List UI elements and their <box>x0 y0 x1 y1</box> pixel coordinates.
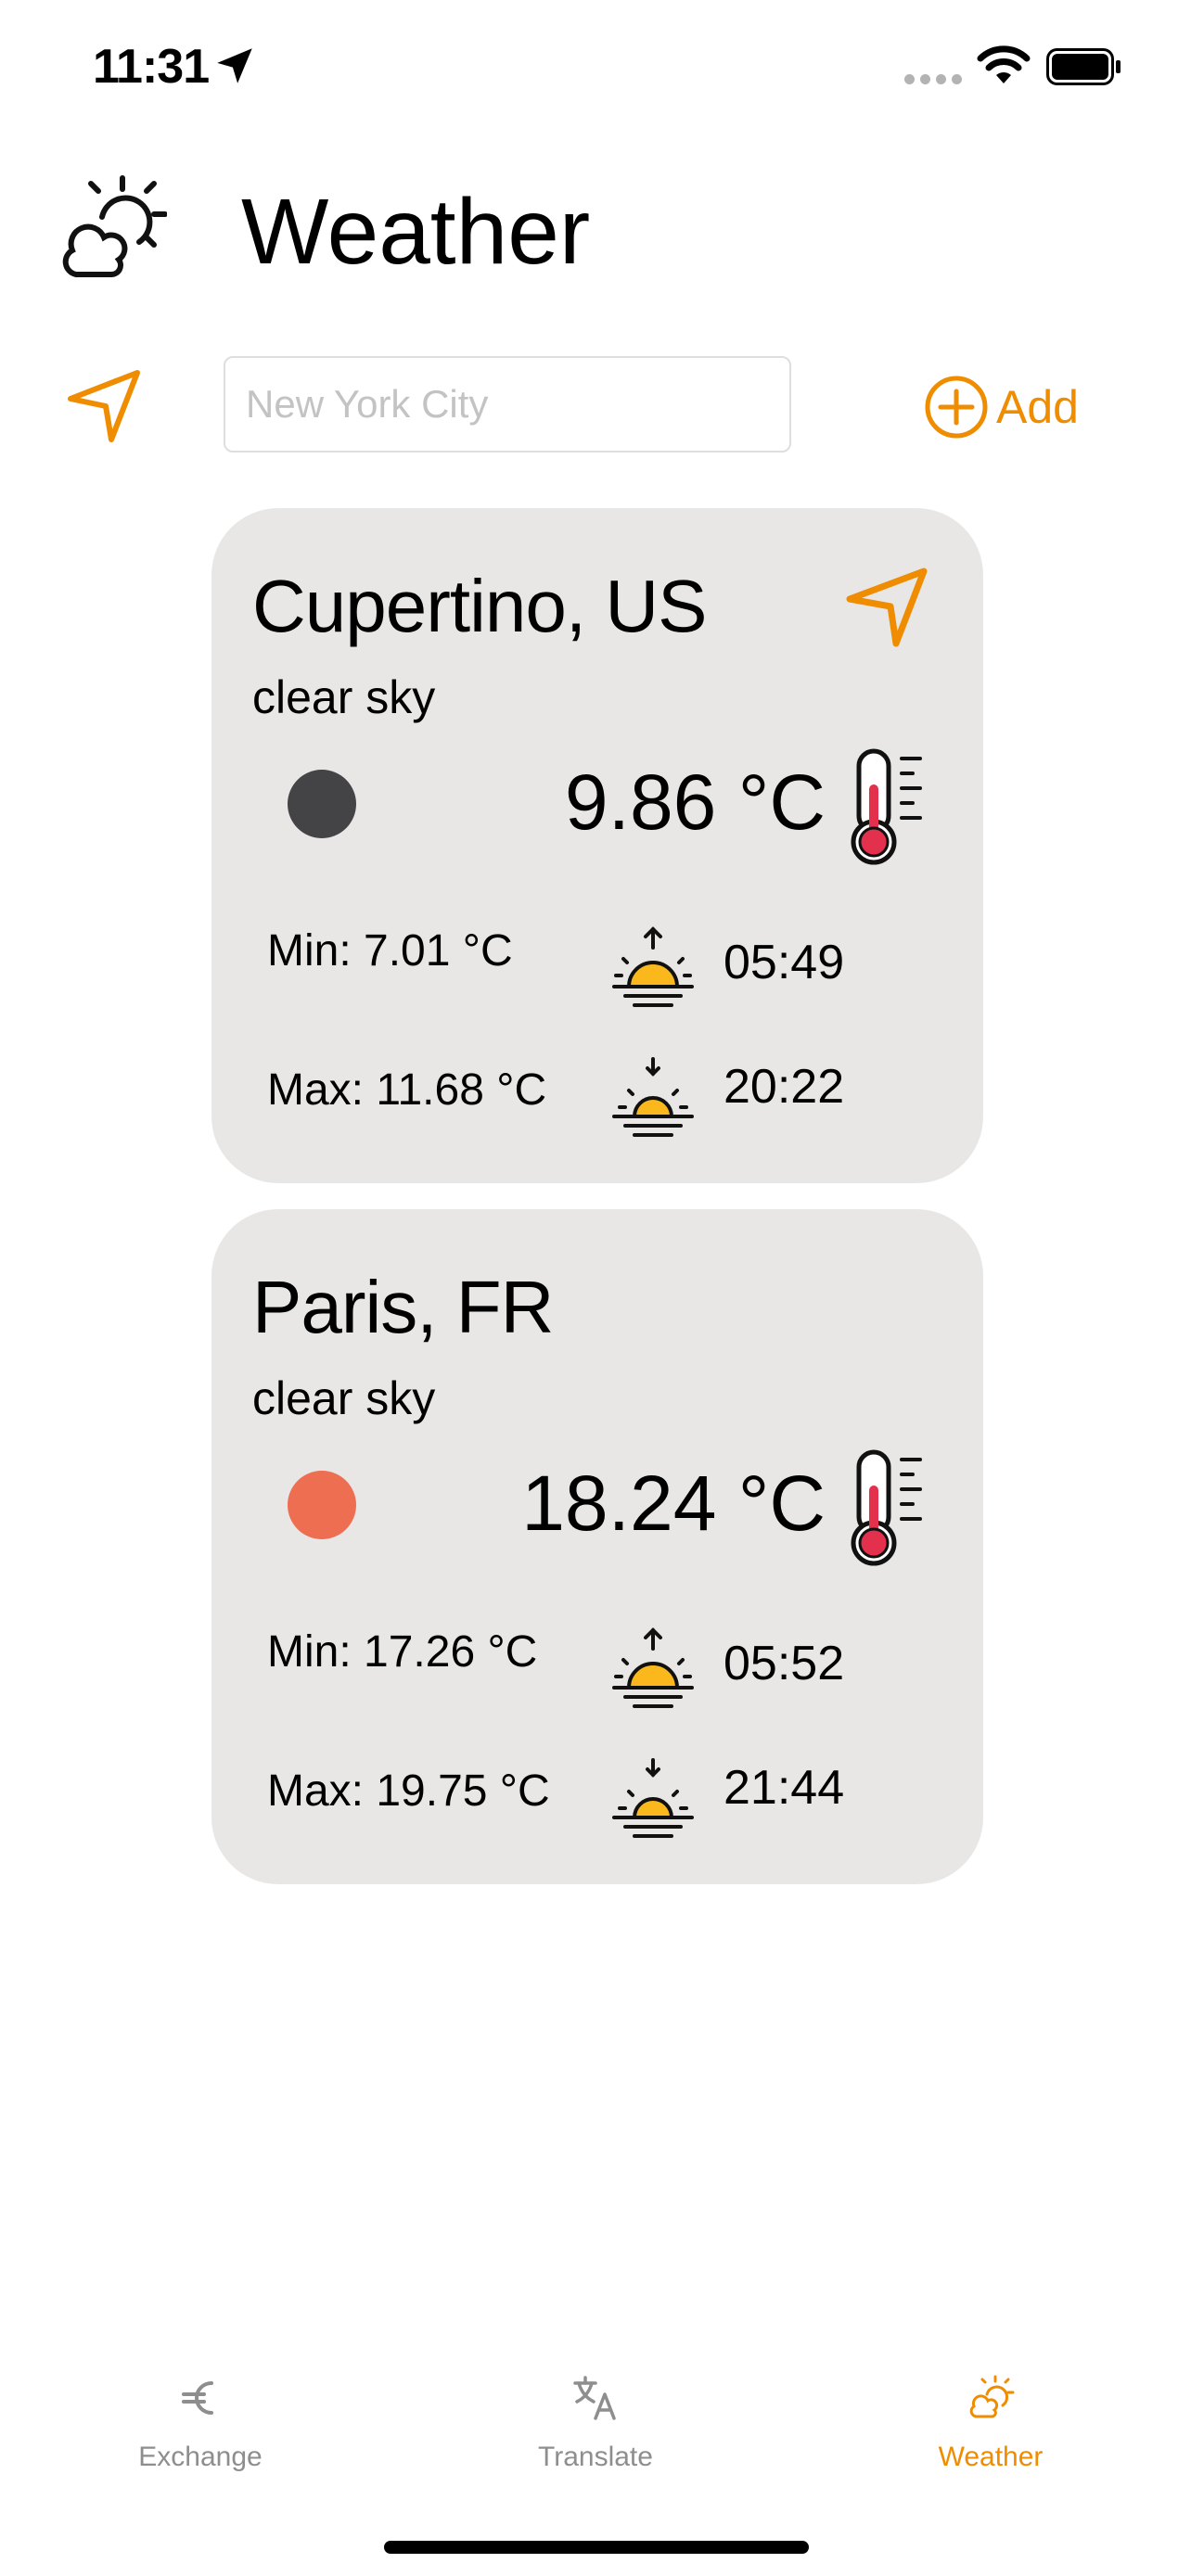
current-temperature: 9.86 °C <box>564 759 826 846</box>
sunset-time: 20:22 <box>724 1060 845 1114</box>
weather-card[interactable]: Paris, FR clear sky 18.24 °C Min: 17.26 … <box>211 1209 983 1884</box>
wifi-icon <box>977 45 1031 83</box>
sunrise-time: 05:52 <box>724 1637 845 1690</box>
thermometer-icon <box>851 748 922 865</box>
tab-label: Translate <box>538 2442 653 2472</box>
weather-indicator-dot <box>288 770 356 838</box>
max-temperature: Max: 11.68 °C <box>267 1065 547 1115</box>
sunset-icon <box>612 1758 694 1838</box>
battery-icon <box>1046 48 1121 85</box>
tab-label: Exchange <box>138 2442 263 2472</box>
home-indicator <box>384 2541 809 2554</box>
weather-icon <box>969 2375 1015 2418</box>
sunset-icon <box>612 1057 694 1137</box>
euro-icon <box>182 2381 213 2415</box>
sunrise-icon <box>612 1627 694 1708</box>
city-name: Cupertino, US <box>252 565 707 647</box>
status-time: 11:31 <box>93 40 210 94</box>
sunset-time: 21:44 <box>724 1761 845 1815</box>
translate-icon <box>573 2376 616 2420</box>
cellular-signal-icon <box>904 74 962 85</box>
tab-label: Weather <box>938 2442 1044 2472</box>
weather-card[interactable]: Cupertino, US clear sky 9.86 °C Min: 7.0… <box>211 508 983 1183</box>
current-temperature: 18.24 °C <box>521 1460 826 1547</box>
weather-indicator-dot <box>288 1471 356 1539</box>
sunrise-time: 05:49 <box>724 936 845 989</box>
min-temperature: Min: 17.26 °C <box>267 1627 538 1677</box>
thermometer-icon <box>851 1449 922 1566</box>
tab-exchange[interactable]: Exchange <box>89 2374 312 2476</box>
location-arrow-icon <box>846 567 928 647</box>
city-name: Paris, FR <box>252 1266 554 1348</box>
weather-app-icon <box>62 175 167 277</box>
add-city-button[interactable]: Add <box>924 371 1079 443</box>
max-temperature: Max: 19.75 °C <box>267 1766 550 1816</box>
tab-translate[interactable]: Translate <box>484 2374 707 2476</box>
plus-circle-icon <box>925 376 988 439</box>
min-temperature: Min: 7.01 °C <box>267 926 513 976</box>
add-button-label: Add <box>996 381 1079 433</box>
city-search-input[interactable] <box>224 356 791 453</box>
sunrise-icon <box>612 926 694 1007</box>
current-location-button[interactable] <box>63 363 147 447</box>
weather-description: clear sky <box>252 1372 436 1424</box>
location-arrow-icon <box>217 48 252 83</box>
weather-description: clear sky <box>252 671 436 723</box>
page-title: Weather <box>241 180 591 284</box>
tab-weather[interactable]: Weather <box>879 2374 1102 2476</box>
